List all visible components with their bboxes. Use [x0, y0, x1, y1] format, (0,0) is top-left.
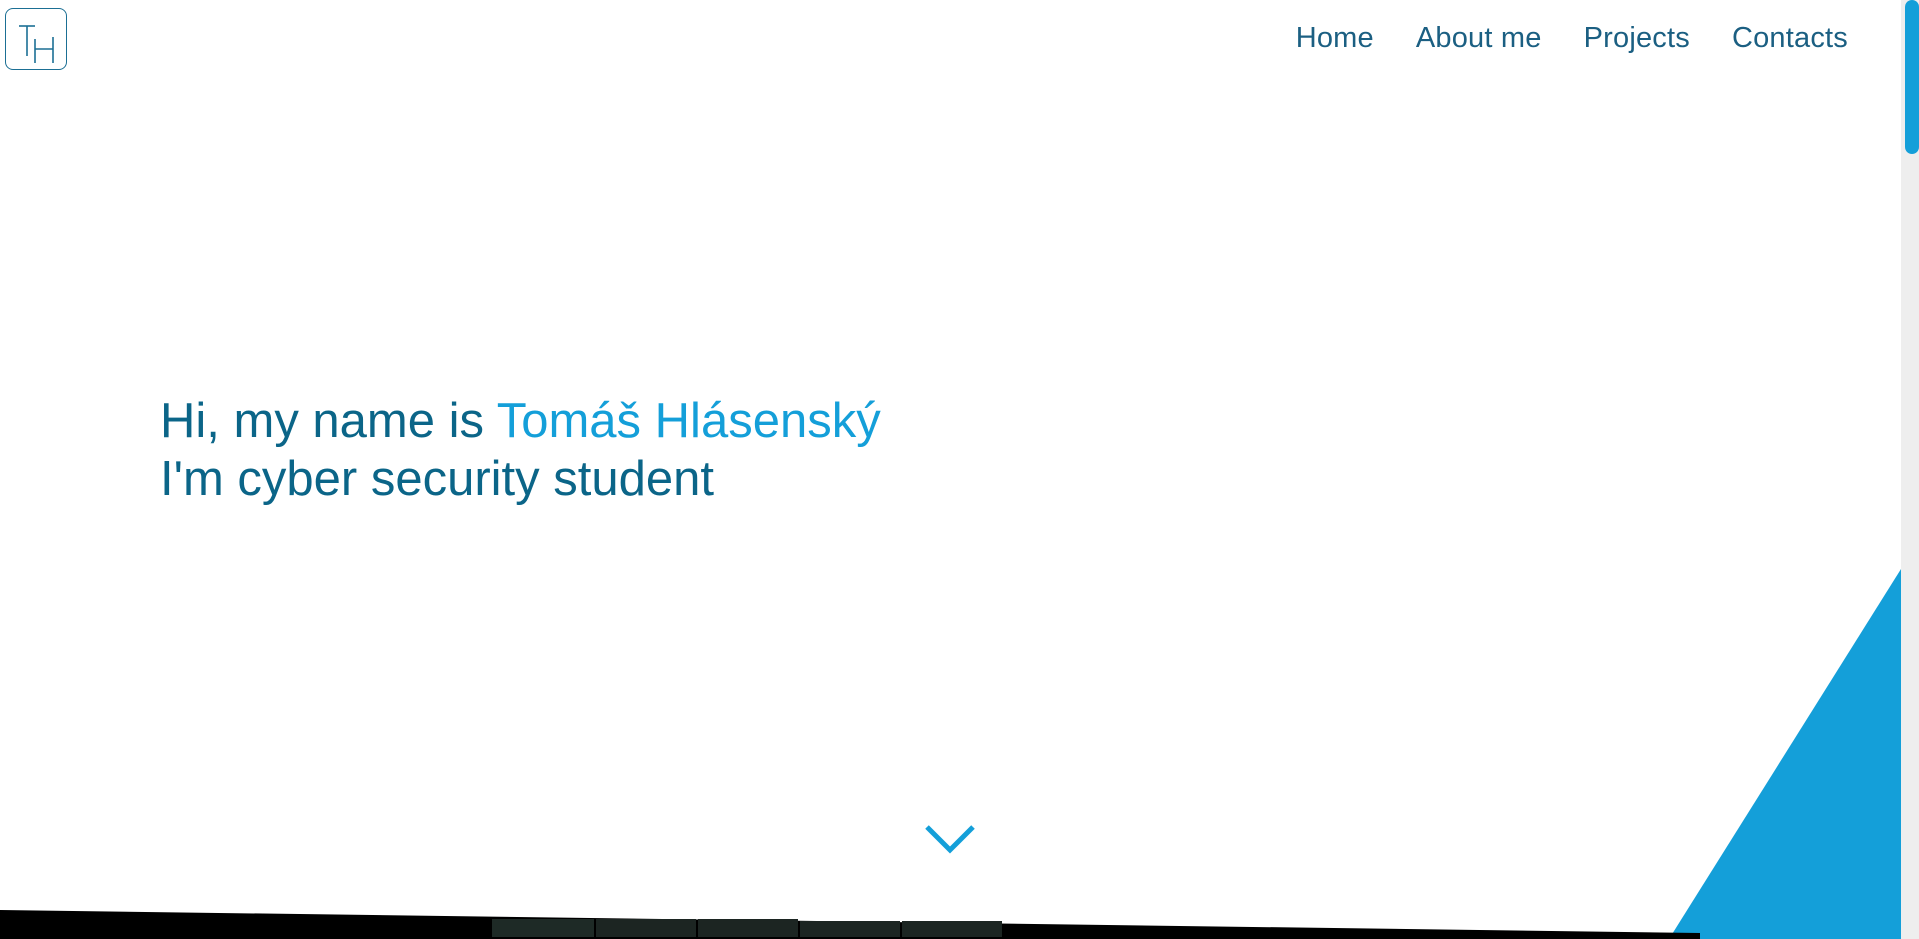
hero-greeting: Hi, my name is	[160, 394, 497, 448]
hero-subtitle: I'm cyber security student	[160, 452, 715, 506]
hero-greeting-line: Hi, my name is Tomáš Hlásenský	[160, 392, 881, 450]
logo-monogram-icon	[19, 25, 54, 63]
main-nav: Home About me Projects Contacts	[1296, 22, 1848, 55]
decorative-triangle	[1669, 569, 1901, 939]
nav-projects-link[interactable]: Projects	[1584, 22, 1690, 55]
scroll-down-button[interactable]	[924, 823, 976, 862]
bottom-dark-strip	[0, 910, 1700, 939]
chevron-down-icon	[925, 825, 975, 854]
scrollbar-thumb[interactable]	[1905, 0, 1919, 154]
page: Home About me Projects Contacts Hi, my n…	[0, 0, 1919, 939]
nav-home-link[interactable]: Home	[1296, 22, 1374, 55]
hero-name: Tomáš Hlásenský	[496, 394, 881, 448]
nav-contacts-link[interactable]: Contacts	[1732, 22, 1848, 55]
nav-about-link[interactable]: About me	[1416, 22, 1542, 55]
hero-section: Hi, my name is Tomáš Hlásenský I'm cyber…	[160, 392, 881, 508]
logo[interactable]	[5, 8, 67, 70]
vertical-scrollbar[interactable]	[1901, 0, 1919, 939]
